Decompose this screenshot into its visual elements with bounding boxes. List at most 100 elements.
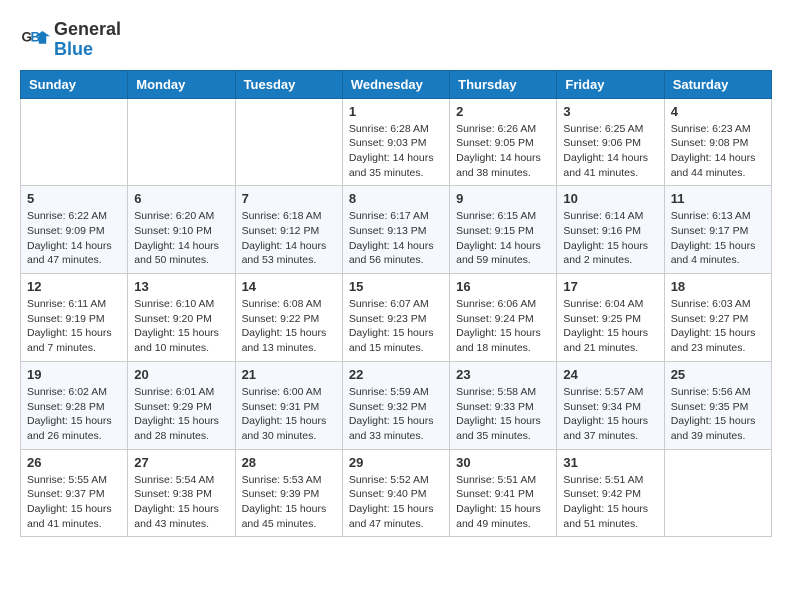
- calendar-week-row: 5 Sunrise: 6:22 AM Sunset: 9:09 PM Daylig…: [21, 186, 772, 274]
- calendar-cell: 2Sunrise: 6:26 AM Sunset: 9:05 PM Daylig…: [450, 98, 557, 186]
- day-info: Sunrise: 6:07 AM Sunset: 9:23 PM Dayligh…: [349, 297, 443, 356]
- calendar-cell: [235, 98, 342, 186]
- day-number: 21: [242, 367, 336, 382]
- weekday-header: Thursday: [450, 70, 557, 98]
- day-info: Sunrise: 6:20 AM Sunset: 9:10 PM Dayligh…: [134, 209, 228, 268]
- day-info: Sunrise: 6:00 AM Sunset: 9:31 PM Dayligh…: [242, 385, 336, 444]
- calendar-cell: 24 Sunrise: 5:57 AM Sunset: 9:34 PM Dayli…: [557, 361, 664, 449]
- day-info: Sunrise: 6:22 AM Sunset: 9:09 PM Dayligh…: [27, 209, 121, 268]
- calendar-cell: 5 Sunrise: 6:22 AM Sunset: 9:09 PM Daylig…: [21, 186, 128, 274]
- day-number: 1: [349, 104, 443, 119]
- day-info: Sunrise: 5:56 AM Sunset: 9:35 PM Dayligh…: [671, 385, 765, 444]
- day-info: Sunrise: 5:58 AM Sunset: 9:33 PM Dayligh…: [456, 385, 550, 444]
- calendar-table: SundayMondayTuesdayWednesdayThursdayFrid…: [20, 70, 772, 538]
- day-info: Sunrise: 5:51 AM Sunset: 9:42 PM Dayligh…: [563, 473, 657, 532]
- day-number: 18: [671, 279, 765, 294]
- day-info: Sunrise: 6:18 AM Sunset: 9:12 PM Dayligh…: [242, 209, 336, 268]
- day-number: 8: [349, 191, 443, 206]
- day-info: Sunrise: 5:57 AM Sunset: 9:34 PM Dayligh…: [563, 385, 657, 444]
- calendar-week-row: 19 Sunrise: 6:02 AM Sunset: 9:28 PM Dayli…: [21, 361, 772, 449]
- day-number: 19: [27, 367, 121, 382]
- calendar-cell: 13Sunrise: 6:10 AM Sunset: 9:20 PM Dayli…: [128, 274, 235, 362]
- day-info: Sunrise: 6:26 AM Sunset: 9:05 PM Dayligh…: [456, 122, 550, 181]
- day-info: Sunrise: 6:23 AM Sunset: 9:08 PM Dayligh…: [671, 122, 765, 181]
- calendar-cell: 25 Sunrise: 5:56 AM Sunset: 9:35 PM Dayli…: [664, 361, 771, 449]
- calendar-cell: 7 Sunrise: 6:18 AM Sunset: 9:12 PM Daylig…: [235, 186, 342, 274]
- page-header: G B General Blue: [20, 20, 772, 60]
- calendar-cell: 12 Sunrise: 6:11 AM Sunset: 9:19 PM Dayli…: [21, 274, 128, 362]
- day-number: 27: [134, 455, 228, 470]
- day-number: 26: [27, 455, 121, 470]
- day-info: Sunrise: 6:10 AM Sunset: 9:20 PM Dayligh…: [134, 297, 228, 356]
- day-info: Sunrise: 6:13 AM Sunset: 9:17 PM Dayligh…: [671, 209, 765, 268]
- day-number: 12: [27, 279, 121, 294]
- calendar-cell: 14 Sunrise: 6:08 AM Sunset: 9:22 PM Dayli…: [235, 274, 342, 362]
- day-info: Sunrise: 6:25 AM Sunset: 9:06 PM Dayligh…: [563, 122, 657, 181]
- calendar-cell: [664, 449, 771, 537]
- calendar-cell: 30Sunrise: 5:51 AM Sunset: 9:41 PM Dayli…: [450, 449, 557, 537]
- calendar-cell: 19 Sunrise: 6:02 AM Sunset: 9:28 PM Dayli…: [21, 361, 128, 449]
- calendar-cell: 15 Sunrise: 6:07 AM Sunset: 9:23 PM Dayli…: [342, 274, 449, 362]
- calendar-cell: 16 Sunrise: 6:06 AM Sunset: 9:24 PM Dayli…: [450, 274, 557, 362]
- day-info: Sunrise: 6:03 AM Sunset: 9:27 PM Dayligh…: [671, 297, 765, 356]
- weekday-header: Sunday: [21, 70, 128, 98]
- day-number: 7: [242, 191, 336, 206]
- calendar-cell: 27 Sunrise: 5:54 AM Sunset: 9:38 PM Dayli…: [128, 449, 235, 537]
- day-number: 10: [563, 191, 657, 206]
- day-number: 5: [27, 191, 121, 206]
- calendar-week-row: 26 Sunrise: 5:55 AM Sunset: 9:37 PM Dayli…: [21, 449, 772, 537]
- day-info: Sunrise: 6:11 AM Sunset: 9:19 PM Dayligh…: [27, 297, 121, 356]
- calendar-cell: 3 Sunrise: 6:25 AM Sunset: 9:06 PM Daylig…: [557, 98, 664, 186]
- day-info: Sunrise: 5:55 AM Sunset: 9:37 PM Dayligh…: [27, 473, 121, 532]
- day-info: Sunrise: 6:01 AM Sunset: 9:29 PM Dayligh…: [134, 385, 228, 444]
- day-number: 3: [563, 104, 657, 119]
- calendar-cell: 10 Sunrise: 6:14 AM Sunset: 9:16 PM Dayli…: [557, 186, 664, 274]
- calendar-cell: 21 Sunrise: 6:00 AM Sunset: 9:31 PM Dayli…: [235, 361, 342, 449]
- calendar-cell: 28Sunrise: 5:53 AM Sunset: 9:39 PM Dayli…: [235, 449, 342, 537]
- day-number: 14: [242, 279, 336, 294]
- day-info: Sunrise: 5:52 AM Sunset: 9:40 PM Dayligh…: [349, 473, 443, 532]
- calendar-cell: 4 Sunrise: 6:23 AM Sunset: 9:08 PM Daylig…: [664, 98, 771, 186]
- logo: G B General Blue: [20, 20, 121, 60]
- weekday-header: Friday: [557, 70, 664, 98]
- calendar-cell: 6Sunrise: 6:20 AM Sunset: 9:10 PM Daylig…: [128, 186, 235, 274]
- calendar-cell: [21, 98, 128, 186]
- calendar-cell: 22 Sunrise: 5:59 AM Sunset: 9:32 PM Dayli…: [342, 361, 449, 449]
- day-info: Sunrise: 5:51 AM Sunset: 9:41 PM Dayligh…: [456, 473, 550, 532]
- day-number: 17: [563, 279, 657, 294]
- day-number: 16: [456, 279, 550, 294]
- day-info: Sunrise: 6:15 AM Sunset: 9:15 PM Dayligh…: [456, 209, 550, 268]
- day-info: Sunrise: 5:54 AM Sunset: 9:38 PM Dayligh…: [134, 473, 228, 532]
- calendar-cell: 18 Sunrise: 6:03 AM Sunset: 9:27 PM Dayli…: [664, 274, 771, 362]
- calendar-cell: 23 Sunrise: 5:58 AM Sunset: 9:33 PM Dayli…: [450, 361, 557, 449]
- weekday-header: Wednesday: [342, 70, 449, 98]
- day-info: Sunrise: 6:08 AM Sunset: 9:22 PM Dayligh…: [242, 297, 336, 356]
- calendar-cell: 1Sunrise: 6:28 AM Sunset: 9:03 PM Daylig…: [342, 98, 449, 186]
- day-info: Sunrise: 6:14 AM Sunset: 9:16 PM Dayligh…: [563, 209, 657, 268]
- day-number: 9: [456, 191, 550, 206]
- day-number: 29: [349, 455, 443, 470]
- day-number: 4: [671, 104, 765, 119]
- calendar-week-row: 1Sunrise: 6:28 AM Sunset: 9:03 PM Daylig…: [21, 98, 772, 186]
- calendar-cell: 11Sunrise: 6:13 AM Sunset: 9:17 PM Dayli…: [664, 186, 771, 274]
- weekday-header: Saturday: [664, 70, 771, 98]
- day-info: Sunrise: 6:02 AM Sunset: 9:28 PM Dayligh…: [27, 385, 121, 444]
- day-number: 28: [242, 455, 336, 470]
- day-number: 15: [349, 279, 443, 294]
- day-number: 24: [563, 367, 657, 382]
- calendar-cell: [128, 98, 235, 186]
- day-number: 22: [349, 367, 443, 382]
- calendar-week-row: 12 Sunrise: 6:11 AM Sunset: 9:19 PM Dayli…: [21, 274, 772, 362]
- calendar-cell: 31 Sunrise: 5:51 AM Sunset: 9:42 PM Dayli…: [557, 449, 664, 537]
- calendar-header-row: SundayMondayTuesdayWednesdayThursdayFrid…: [21, 70, 772, 98]
- calendar-cell: 26 Sunrise: 5:55 AM Sunset: 9:37 PM Dayli…: [21, 449, 128, 537]
- logo-text: General Blue: [54, 20, 121, 60]
- day-number: 23: [456, 367, 550, 382]
- day-number: 31: [563, 455, 657, 470]
- logo-icon: G B: [20, 25, 50, 55]
- weekday-header: Monday: [128, 70, 235, 98]
- day-number: 25: [671, 367, 765, 382]
- weekday-header: Tuesday: [235, 70, 342, 98]
- day-info: Sunrise: 6:06 AM Sunset: 9:24 PM Dayligh…: [456, 297, 550, 356]
- day-info: Sunrise: 5:59 AM Sunset: 9:32 PM Dayligh…: [349, 385, 443, 444]
